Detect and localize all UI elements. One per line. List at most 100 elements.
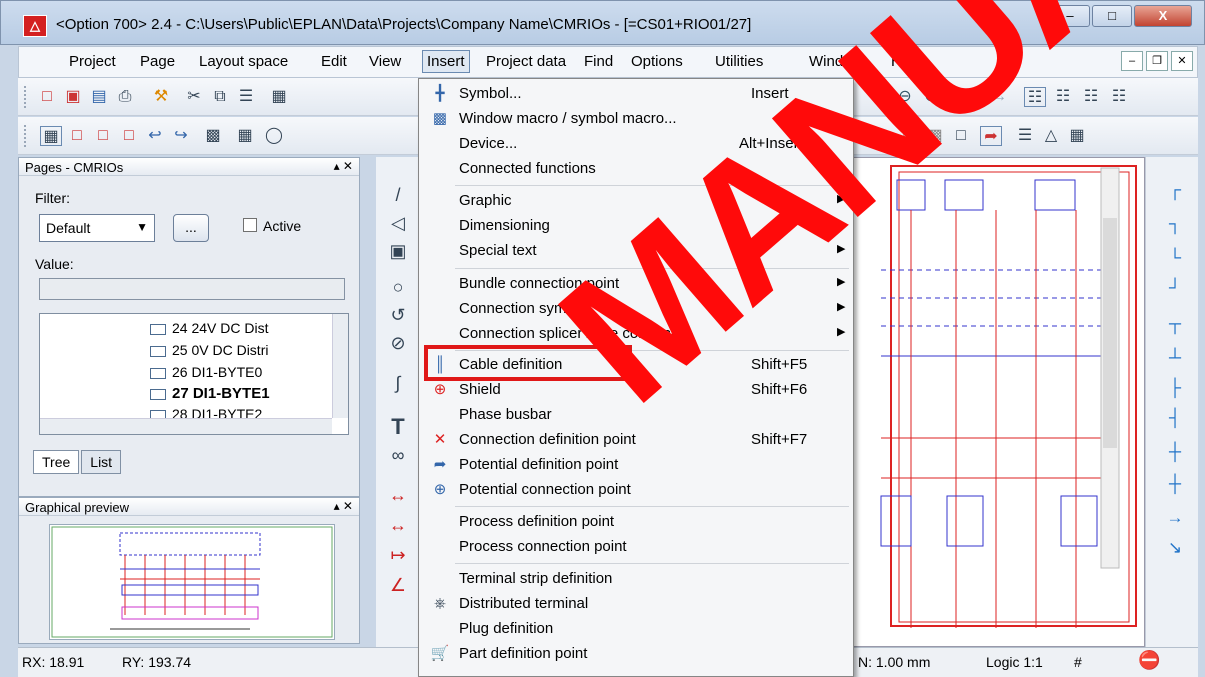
menu-insert[interactable]: Insert (422, 50, 470, 73)
menu-project[interactable]: Project (69, 53, 116, 70)
stop-icon[interactable]: ⛔ (1138, 650, 1160, 671)
menu-item-graphic[interactable]: Graphic ▶ (421, 189, 851, 214)
menu-item-part-definition-point[interactable]: 🛒 Part definition point (421, 642, 851, 667)
close-button[interactable]: X (1134, 5, 1192, 27)
new-page-icon[interactable]: □ (66, 126, 88, 146)
mdi-restore-button[interactable]: ❐ (1146, 51, 1168, 71)
menu-utilities[interactable]: Utilities (715, 53, 763, 70)
menu-item-connection-symbol[interactable]: Connection symbol ▶ (421, 297, 851, 322)
text-a-icon[interactable]: ☷ (1024, 87, 1046, 107)
text-b-icon[interactable]: ☷ (1052, 87, 1074, 107)
graphic-icon[interactable]: ◯ (263, 126, 285, 146)
menu-item-connected-functions[interactable]: Connected functions (421, 157, 851, 182)
t-node-left-icon[interactable]: ┤ (1164, 407, 1186, 429)
maximize-button[interactable]: □ (1092, 5, 1132, 27)
spline-icon[interactable]: ∫ (386, 371, 410, 395)
circle-icon[interactable]: ○ (386, 275, 410, 299)
pointer-icon[interactable]: ➦ (980, 126, 1002, 146)
t-node-right-icon[interactable]: ├ (1164, 377, 1186, 399)
zoom-fit-icon[interactable]: ⊙ (920, 87, 942, 107)
text-align-icon[interactable]: ☰ (1014, 126, 1036, 146)
previous-page-icon[interactable]: ↩ (144, 126, 166, 146)
angle-icon[interactable]: ↘ (1164, 537, 1186, 559)
menu-layout-space[interactable]: Layout space (199, 53, 288, 70)
t-node-down-icon[interactable]: ┬ (1164, 313, 1186, 335)
menu-item-bundle-connection-point[interactable]: Bundle connection point ▶ (421, 272, 851, 297)
text-d-icon[interactable]: ☷ (1108, 87, 1130, 107)
tree-item[interactable]: 25 0V DC Distri (150, 342, 268, 358)
frame-icon[interactable]: □ (950, 126, 972, 146)
macro-icon[interactable]: ▩ (202, 126, 224, 146)
copy-icon[interactable]: ⧉ (209, 87, 231, 107)
print-icon[interactable]: ⎙ (114, 87, 136, 107)
tree-item[interactable]: 26 DI1-BYTE0 (150, 364, 262, 380)
tab-list[interactable]: List (81, 450, 122, 474)
menu-edit[interactable]: Edit (321, 53, 347, 70)
menu-page[interactable]: Page (140, 53, 175, 70)
minimize-button[interactable]: – (1050, 5, 1090, 27)
menu-item-process-definition-point[interactable]: Process definition point (421, 510, 851, 535)
tree-item-selected[interactable]: 27 DI1-BYTE1 (150, 385, 270, 402)
next-page-icon[interactable]: ↪ (170, 126, 192, 146)
active-checkbox[interactable] (243, 218, 257, 232)
dimension-aligned-icon[interactable]: ↦ (386, 543, 410, 567)
forward-icon[interactable]: → (988, 87, 1010, 107)
corner-bottom-left-icon[interactable]: └ (1164, 247, 1186, 269)
menu-project-data[interactable]: Project data (486, 53, 566, 70)
menu-item-connection-definition-point[interactable]: ✕ Connection definition point Shift+F7 (421, 428, 851, 453)
open-project-icon[interactable]: ▣ (62, 87, 84, 107)
menu-item-device[interactable]: Device... Alt+Insert (421, 132, 851, 157)
zoom-in-icon[interactable]: ⊕ (868, 87, 890, 107)
polyline-icon[interactable]: ◁ (386, 211, 410, 235)
hatch-icon[interactable]: ▩ (924, 126, 946, 146)
panel-pin-close-icon[interactable]: ▴ ✕ (334, 499, 353, 513)
mdi-minimize-button[interactable]: – (1121, 51, 1143, 71)
line-icon[interactable]: / (386, 183, 410, 207)
menu-find[interactable]: Find (584, 53, 613, 70)
filter-browse-button[interactable]: ... (173, 214, 209, 242)
back-icon[interactable]: ← (962, 87, 984, 107)
menu-help[interactable]: Help (891, 53, 922, 70)
zoom-out-icon[interactable]: ⊖ (894, 87, 916, 107)
toolbar-grip[interactable] (24, 125, 28, 147)
menu-item-terminal-strip-definition[interactable]: Terminal strip definition (421, 567, 851, 592)
mirror-icon[interactable]: △ (1040, 126, 1062, 146)
hyperlink-icon[interactable]: ∞ (386, 443, 410, 467)
cross-node-icon[interactable]: ┼ (1164, 473, 1186, 495)
page-tree[interactable]: 24 24V DC Dist 25 0V DC Distri 26 DI1-BY… (39, 313, 349, 435)
tree-vertical-scrollbar[interactable] (332, 314, 348, 418)
t-node-up-icon[interactable]: ┴ (1164, 347, 1186, 369)
grid-icon[interactable]: ▦ (234, 126, 256, 146)
tree-item[interactable]: 24 24V DC Dist (150, 320, 268, 336)
menu-item-symbol[interactable]: ╋ Symbol... Insert (421, 82, 851, 107)
menu-item-shield[interactable]: ⊕ Shield Shift+F6 (421, 378, 851, 403)
cross-icon[interactable]: ┼ (1164, 441, 1186, 463)
corner-top-left-icon[interactable]: ┌ (1164, 179, 1186, 201)
menu-item-potential-definition-point[interactable]: ➦ Potential definition point (421, 453, 851, 478)
corner-top-right-icon[interactable]: ┐ (1164, 213, 1186, 235)
menu-item-window-macro[interactable]: ▩ Window macro / symbol macro... M (421, 107, 851, 132)
select-area-icon[interactable]: ▦ (268, 87, 290, 107)
new-project-icon[interactable]: □ (36, 87, 58, 107)
tree-horizontal-scrollbar[interactable] (40, 418, 332, 434)
dimension-linear-icon[interactable]: ↔ (386, 483, 410, 507)
text-icon[interactable]: T (386, 415, 410, 439)
corner-bottom-right-icon[interactable]: ┘ (1164, 277, 1186, 299)
filter-select[interactable]: Default ▼ (39, 214, 155, 242)
menu-view[interactable]: View (369, 53, 401, 70)
page-navigator-icon[interactable]: ▦ (40, 126, 62, 146)
window-icon[interactable]: ▦ (1066, 126, 1088, 146)
menu-item-special-text[interactable]: Special text ▶ (421, 239, 851, 264)
panel-pin-close-icon[interactable]: ▴ ✕ (334, 159, 353, 173)
ellipse-icon[interactable]: ⊘ (386, 331, 410, 355)
menu-item-plug-definition[interactable]: Plug definition (421, 617, 851, 642)
dimension-chain-icon[interactable]: ↔ (386, 513, 410, 537)
arc-icon[interactable]: ↺ (386, 303, 410, 327)
copy-page-icon[interactable]: □ (92, 126, 114, 146)
menu-item-distributed-terminal[interactable]: ⎈ Distributed terminal (421, 592, 851, 617)
eplan-logo-icon[interactable]: △ (23, 15, 47, 37)
break-point-icon[interactable]: → (1164, 507, 1186, 529)
tool-icon[interactable]: ⚒ (150, 87, 172, 107)
paste-icon[interactable]: ☰ (235, 87, 257, 107)
menu-options[interactable]: Options (631, 53, 683, 70)
